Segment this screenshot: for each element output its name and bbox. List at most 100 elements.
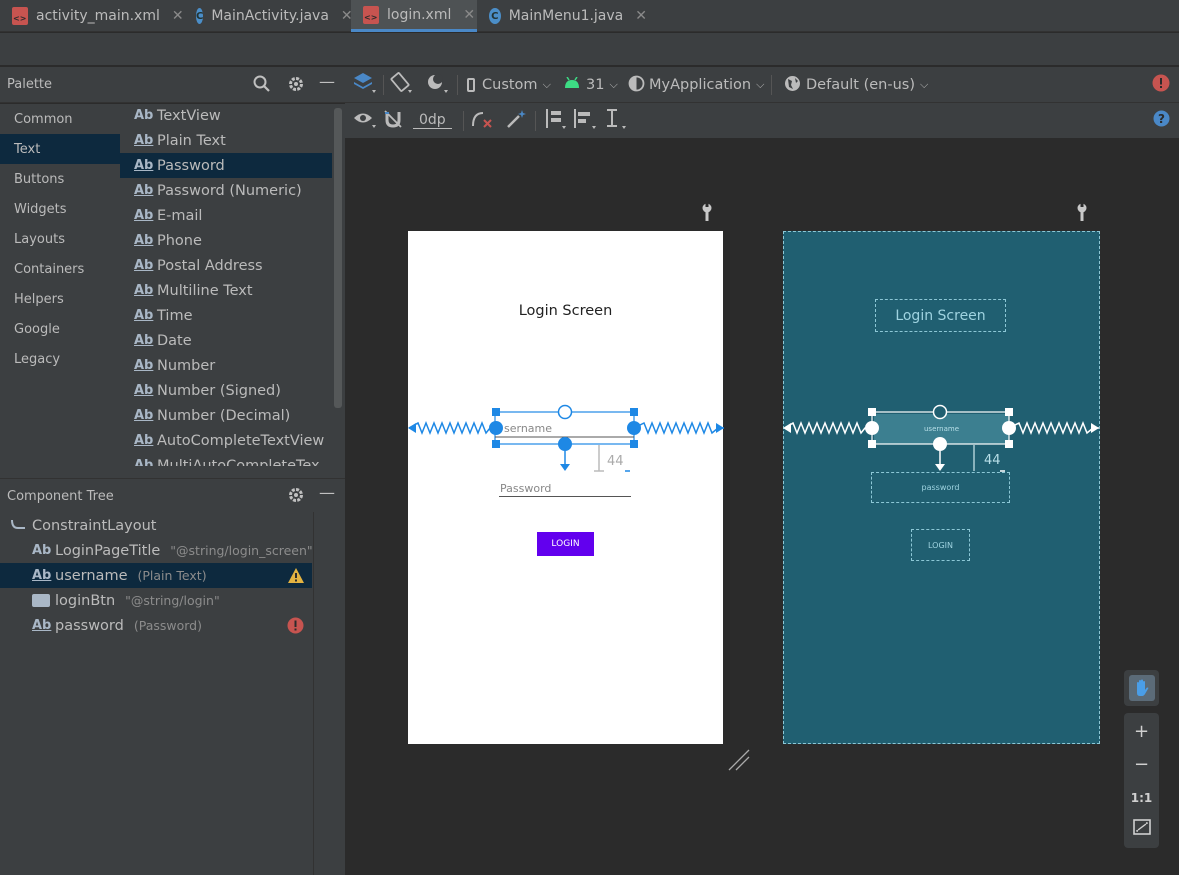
issues-button[interactable] [1152, 67, 1170, 103]
palette-item-textview[interactable]: Ab TextView [120, 104, 332, 128]
gear-icon[interactable] [287, 486, 305, 508]
api-level-selector[interactable]: 31 ⌵ [564, 67, 618, 103]
search-icon[interactable] [253, 75, 271, 97]
design-preview[interactable]: Login Screen sername Password LOGIN 44 [408, 231, 723, 744]
select-design-surface-button[interactable] [353, 67, 377, 103]
palette-scrollbar-thumb[interactable] [334, 108, 342, 408]
blueprint-title[interactable]: Login Screen [875, 299, 1006, 332]
blueprint-password[interactable]: password [871, 472, 1010, 503]
palette-category-containers[interactable]: Containers [0, 254, 120, 284]
blueprint-selection-overlay [783, 404, 1099, 472]
device-selector[interactable]: Custom ⌵ [467, 67, 551, 103]
zoom-out-button[interactable]: − [1124, 748, 1159, 781]
wrench-icon[interactable] [700, 203, 714, 225]
tree-row-username[interactable]: Ab username (Plain Text) [0, 563, 312, 588]
palette-category-layouts[interactable]: Layouts [0, 224, 120, 254]
palette-item-number[interactable]: Ab Number [120, 353, 332, 378]
category-label: Buttons [14, 171, 65, 187]
login-page-title[interactable]: Login Screen [408, 303, 723, 319]
theme-selector[interactable]: MyApplication ⌵ [628, 67, 764, 103]
palette-item-multiline-text[interactable]: Ab Multiline Text [120, 278, 332, 303]
zoom-actual-size-button[interactable]: 1:1 [1124, 781, 1159, 814]
baseline-button[interactable] [603, 103, 627, 138]
palette-category-common[interactable]: Common [0, 104, 120, 134]
java-class-icon: C [489, 8, 501, 24]
chevron-down-icon: ⌵ [609, 78, 618, 91]
category-label: Helpers [14, 291, 64, 307]
blueprint-preview[interactable]: Login Screen password LOGIN 44 username [783, 231, 1100, 744]
xml-file-icon [12, 7, 28, 25]
locale-selector[interactable]: Default (en-us) ⌵ [784, 67, 928, 103]
tree-row-label: loginBtn [55, 592, 116, 609]
palette-category-widgets[interactable]: Widgets [0, 194, 120, 224]
error-icon [1152, 74, 1170, 96]
palette-item-plain-text[interactable]: Ab Plain Text [120, 128, 332, 153]
tab-mainactivity-java[interactable]: C MainActivity.java ✕ [184, 0, 353, 32]
palette-item-password[interactable]: Ab Password [120, 153, 332, 178]
tab-activity-main-xml[interactable]: activity_main.xml ✕ [0, 0, 184, 32]
resize-handle-icon[interactable] [727, 748, 751, 772]
palette-item-date[interactable]: Ab Date [120, 328, 332, 353]
tree-row-loginbtn[interactable]: loginBtn "@string/login" [0, 588, 313, 613]
palette-item-autocompletetextview[interactable]: Ab AutoCompleteTextView [120, 428, 332, 453]
palette-item-number-decimal[interactable]: Ab Number (Decimal) [120, 403, 332, 428]
item-label: Postal Address [157, 257, 263, 274]
gear-icon[interactable] [287, 75, 305, 97]
close-icon[interactable]: ✕ [172, 8, 184, 24]
autoconnect-toggle[interactable] [383, 103, 403, 138]
chevron-down-icon: ⌵ [920, 78, 929, 91]
blueprint-login-button[interactable]: LOGIN [911, 529, 970, 561]
editor-mode-strip [0, 33, 1179, 66]
tree-side-panel [313, 512, 345, 875]
palette-item-postal-address[interactable]: Ab Postal Address [120, 253, 332, 278]
orientation-button[interactable] [389, 67, 413, 103]
edittext-icon: Ab [134, 258, 154, 273]
category-label: Widgets [14, 201, 67, 217]
night-mode-button[interactable] [425, 67, 449, 103]
palette-categories: Common Text Buttons Widgets Layouts Cont… [0, 104, 120, 466]
item-label: TextView [157, 107, 221, 124]
align-button[interactable] [573, 103, 597, 138]
error-icon[interactable] [287, 617, 304, 638]
palette-item-email[interactable]: Ab E-mail [120, 203, 332, 228]
view-options-button[interactable] [353, 103, 377, 138]
palette-item-time[interactable]: Ab Time [120, 303, 332, 328]
zoom-in-button[interactable]: + [1124, 715, 1159, 748]
wrench-icon[interactable] [1075, 203, 1089, 225]
palette-category-helpers[interactable]: Helpers [0, 284, 120, 314]
tree-row-password[interactable]: Ab password (Password) [0, 613, 313, 638]
autocomplete-icon: Ab [134, 433, 154, 448]
tree-row-attribute: (Plain Text) [137, 568, 207, 583]
minimize-icon[interactable]: — [319, 72, 335, 91]
palette-category-text[interactable]: Text [0, 134, 120, 164]
tab-mainmenu1-java[interactable]: C MainMenu1.java ✕ [477, 0, 647, 32]
tab-login-xml[interactable]: login.xml ✕ [351, 0, 477, 32]
warning-icon[interactable] [287, 567, 305, 588]
tree-row-constraintlayout[interactable]: ConstraintLayout [0, 513, 313, 538]
api-label: 31 [586, 77, 605, 93]
infer-constraints-button[interactable] [505, 103, 527, 138]
pan-toggle[interactable] [1124, 670, 1159, 706]
palette-category-buttons[interactable]: Buttons [0, 164, 120, 194]
palette-item-multiautocompletetextview[interactable]: Ab MultiAutoCompleteTex [120, 453, 332, 467]
password-field[interactable]: Password [499, 482, 631, 497]
guidelines-button[interactable] [543, 103, 567, 138]
device-label: Custom [482, 77, 538, 93]
help-button[interactable]: ? [1153, 103, 1170, 138]
tab-label: login.xml [387, 6, 452, 23]
minus-icon: − [1133, 754, 1150, 775]
palette-category-google[interactable]: Google [0, 314, 120, 344]
palette-item-number-signed[interactable]: Ab Number (Signed) [120, 378, 332, 403]
component-tree: ConstraintLayout Ab LoginPageTitle "@str… [0, 512, 313, 875]
login-button[interactable]: LOGIN [537, 532, 594, 556]
palette-item-password-numeric[interactable]: Ab Password (Numeric) [120, 178, 332, 203]
palette-item-phone[interactable]: Ab Phone [120, 228, 332, 253]
close-icon[interactable]: ✕ [463, 7, 475, 23]
default-margin-button[interactable]: 0dp [413, 103, 452, 138]
close-icon[interactable]: ✕ [635, 8, 647, 24]
clear-constraints-button[interactable] [471, 103, 493, 138]
palette-category-legacy[interactable]: Legacy [0, 344, 120, 374]
minimize-icon[interactable]: — [319, 483, 335, 502]
tree-row-loginpagetitle[interactable]: Ab LoginPageTitle "@string/login_screen" [0, 538, 313, 563]
zoom-fit-button[interactable] [1124, 813, 1159, 846]
